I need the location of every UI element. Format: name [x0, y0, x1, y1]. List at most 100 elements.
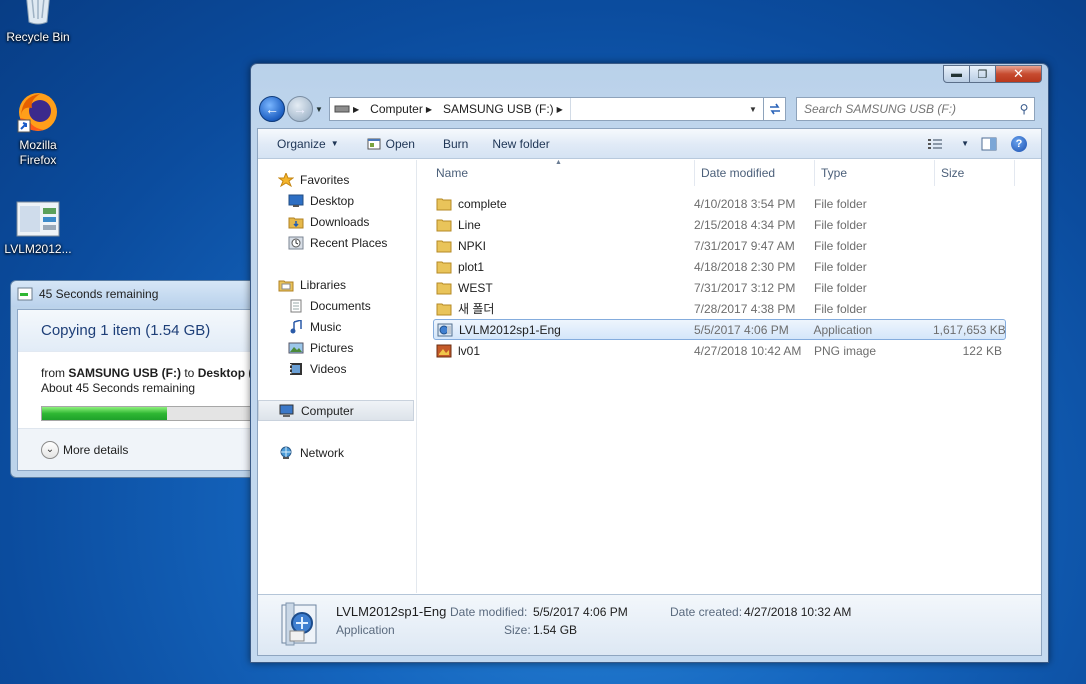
- star-icon: [277, 171, 295, 187]
- file-row[interactable]: 새 폴더 7/28/2017 4:38 PM File folder: [433, 298, 1006, 319]
- file-type: Application: [813, 322, 873, 337]
- desktop-icon-lvlm[interactable]: LVLM2012...: [0, 200, 76, 257]
- from-prefix: from: [41, 366, 69, 380]
- address-bar[interactable]: ▶ Computer ▶ SAMSUNG USB (F:) ▶ ▼: [329, 97, 764, 121]
- nav-desktop-label: Desktop: [310, 193, 355, 208]
- burn-button[interactable]: Burn: [434, 129, 477, 158]
- forward-button[interactable]: →: [287, 96, 313, 122]
- desktop-icon-firefox[interactable]: Mozilla Firefox: [0, 90, 76, 168]
- desktop-icon: [288, 194, 304, 208]
- minimize-button[interactable]: ▬: [943, 65, 970, 83]
- copy-progress-dialog[interactable]: 45 Seconds remaining Copying 1 item (1.5…: [10, 280, 260, 478]
- file-row[interactable]: plot1 4/18/2018 2:30 PM File folder: [433, 256, 1006, 277]
- search-icon[interactable]: ⚲: [1014, 102, 1034, 116]
- file-row[interactable]: complete 4/10/2018 3:54 PM File folder: [433, 193, 1006, 214]
- file-row[interactable]: NPKI 7/31/2017 9:47 AM File folder: [433, 235, 1006, 256]
- file-row-selected[interactable]: LVLM2012sp1-Eng 5/5/2017 4:06 PM Applica…: [433, 319, 1006, 340]
- search-box[interactable]: ⚲: [796, 97, 1035, 121]
- explorer-window[interactable]: ▬ ❐ ✕ ← → ▼ ▶ Computer ▶ SAMSUNG USB (F:…: [250, 63, 1049, 663]
- copy-from-to: from SAMSUNG USB (F:) to Desktop (: [18, 366, 259, 381]
- organize-label: Organize: [277, 136, 326, 151]
- details-date-modified-value: 5/5/2017 4:06 PM: [533, 605, 628, 619]
- details-date-created-label: Date created:: [670, 605, 743, 619]
- more-details-button[interactable]: More details: [63, 443, 128, 457]
- nav-item-computer[interactable]: Computer: [258, 400, 414, 421]
- address-history-dropdown[interactable]: ▼: [743, 105, 763, 114]
- navigation-bar: ← → ▼ ▶ Computer ▶ SAMSUNG USB (F:) ▶ ▼: [259, 94, 1040, 124]
- file-size: 122 KB: [962, 343, 1002, 358]
- maximize-button[interactable]: ❐: [970, 65, 996, 83]
- png-image-icon: [436, 344, 452, 357]
- file-date: 4/27/2018 10:42 AM: [694, 343, 802, 358]
- nav-item-network[interactable]: Network: [258, 442, 416, 463]
- column-header-type[interactable]: Type: [815, 160, 935, 186]
- new-folder-label: New folder: [492, 136, 550, 151]
- file-row[interactable]: WEST 7/31/2017 3:12 PM File folder: [433, 277, 1006, 298]
- file-date: 2/15/2018 4:34 PM: [694, 217, 796, 232]
- view-options-dropdown[interactable]: ▼: [952, 129, 973, 158]
- desktop-icon-recycle-bin[interactable]: Recycle Bin: [0, 0, 76, 45]
- recent-places-icon: [288, 236, 304, 250]
- address-divider: [569, 98, 571, 120]
- help-button[interactable]: ?: [1011, 135, 1027, 152]
- file-row[interactable]: lv01 4/27/2018 10:42 AM PNG image 122 KB: [433, 340, 1006, 361]
- sort-ascending-icon: ▲: [555, 159, 562, 166]
- organize-button[interactable]: Organize ▼: [258, 129, 348, 158]
- file-name: plot1: [458, 259, 485, 274]
- new-folder-button[interactable]: New folder: [483, 129, 558, 158]
- breadcrumb-arrow-icon[interactable]: ▶: [423, 105, 435, 114]
- nav-item-downloads[interactable]: Downloads: [258, 211, 416, 232]
- back-button[interactable]: ←: [259, 96, 285, 122]
- nav-item-documents[interactable]: Documents: [258, 295, 416, 316]
- nav-favorites-label: Favorites: [300, 172, 350, 187]
- nav-item-favorites[interactable]: Favorites: [258, 169, 416, 190]
- videos-icon: [288, 362, 304, 376]
- file-name: LVLM2012sp1-Eng: [459, 322, 561, 337]
- copy-progress-fill: [42, 407, 168, 420]
- to-location: Desktop (: [197, 366, 253, 380]
- file-row[interactable]: Line 2/15/2018 4:34 PM File folder: [433, 214, 1006, 235]
- nav-item-music[interactable]: Music: [258, 316, 416, 337]
- file-name: 새 폴더: [458, 302, 495, 316]
- close-button[interactable]: ✕: [996, 65, 1042, 83]
- copy-dialog-titlebar[interactable]: 45 Seconds remaining: [11, 281, 259, 307]
- details-pane: LVLM2012sp1-Eng Application Date modifie…: [258, 594, 1041, 655]
- open-button[interactable]: Open: [358, 129, 424, 158]
- nav-item-recent-places[interactable]: Recent Places: [258, 232, 416, 253]
- refresh-button[interactable]: [764, 97, 786, 121]
- file-name: complete: [458, 196, 507, 211]
- breadcrumb-usb-drive[interactable]: SAMSUNG USB (F:) ▶: [439, 98, 570, 120]
- breadcrumb-computer[interactable]: Computer ▶: [366, 98, 439, 120]
- file-type: File folder: [814, 280, 867, 295]
- file-date: 4/10/2018 3:54 PM: [694, 196, 796, 211]
- toolbar-right-controls: ▼ ?: [918, 129, 1041, 158]
- documents-icon: [288, 299, 304, 313]
- details-size-label: Size:: [504, 623, 531, 637]
- refresh-icon: [769, 103, 780, 115]
- drive-icon: ▶: [330, 98, 366, 120]
- copy-icon: [17, 287, 33, 301]
- copy-heading: Copying 1 item (1.54 GB): [18, 310, 259, 352]
- change-view-button[interactable]: [918, 129, 952, 158]
- nav-music-label: Music: [310, 319, 342, 334]
- chevron-down-icon[interactable]: ⌄: [41, 440, 59, 459]
- nav-item-videos[interactable]: Videos: [258, 358, 416, 379]
- nav-item-libraries[interactable]: Libraries: [258, 274, 416, 295]
- nav-item-pictures[interactable]: Pictures: [258, 337, 416, 358]
- file-type: File folder: [814, 217, 867, 232]
- nav-item-desktop[interactable]: Desktop: [258, 190, 416, 211]
- application-icon: [437, 323, 453, 336]
- column-header-date[interactable]: Date modified: [695, 160, 815, 186]
- breadcrumb-arrow-icon[interactable]: ▶: [554, 105, 566, 114]
- file-name: NPKI: [458, 238, 487, 253]
- file-date: 4/18/2018 2:30 PM: [694, 259, 796, 274]
- window-caption-buttons: ▬ ❐ ✕: [943, 65, 1042, 83]
- recent-pages-dropdown[interactable]: ▼: [315, 105, 325, 114]
- network-icon: [278, 446, 294, 460]
- column-header-size[interactable]: Size: [935, 160, 1015, 186]
- burn-label: Burn: [442, 136, 469, 151]
- preview-pane-button[interactable]: [973, 129, 1005, 158]
- search-input[interactable]: [804, 102, 1014, 116]
